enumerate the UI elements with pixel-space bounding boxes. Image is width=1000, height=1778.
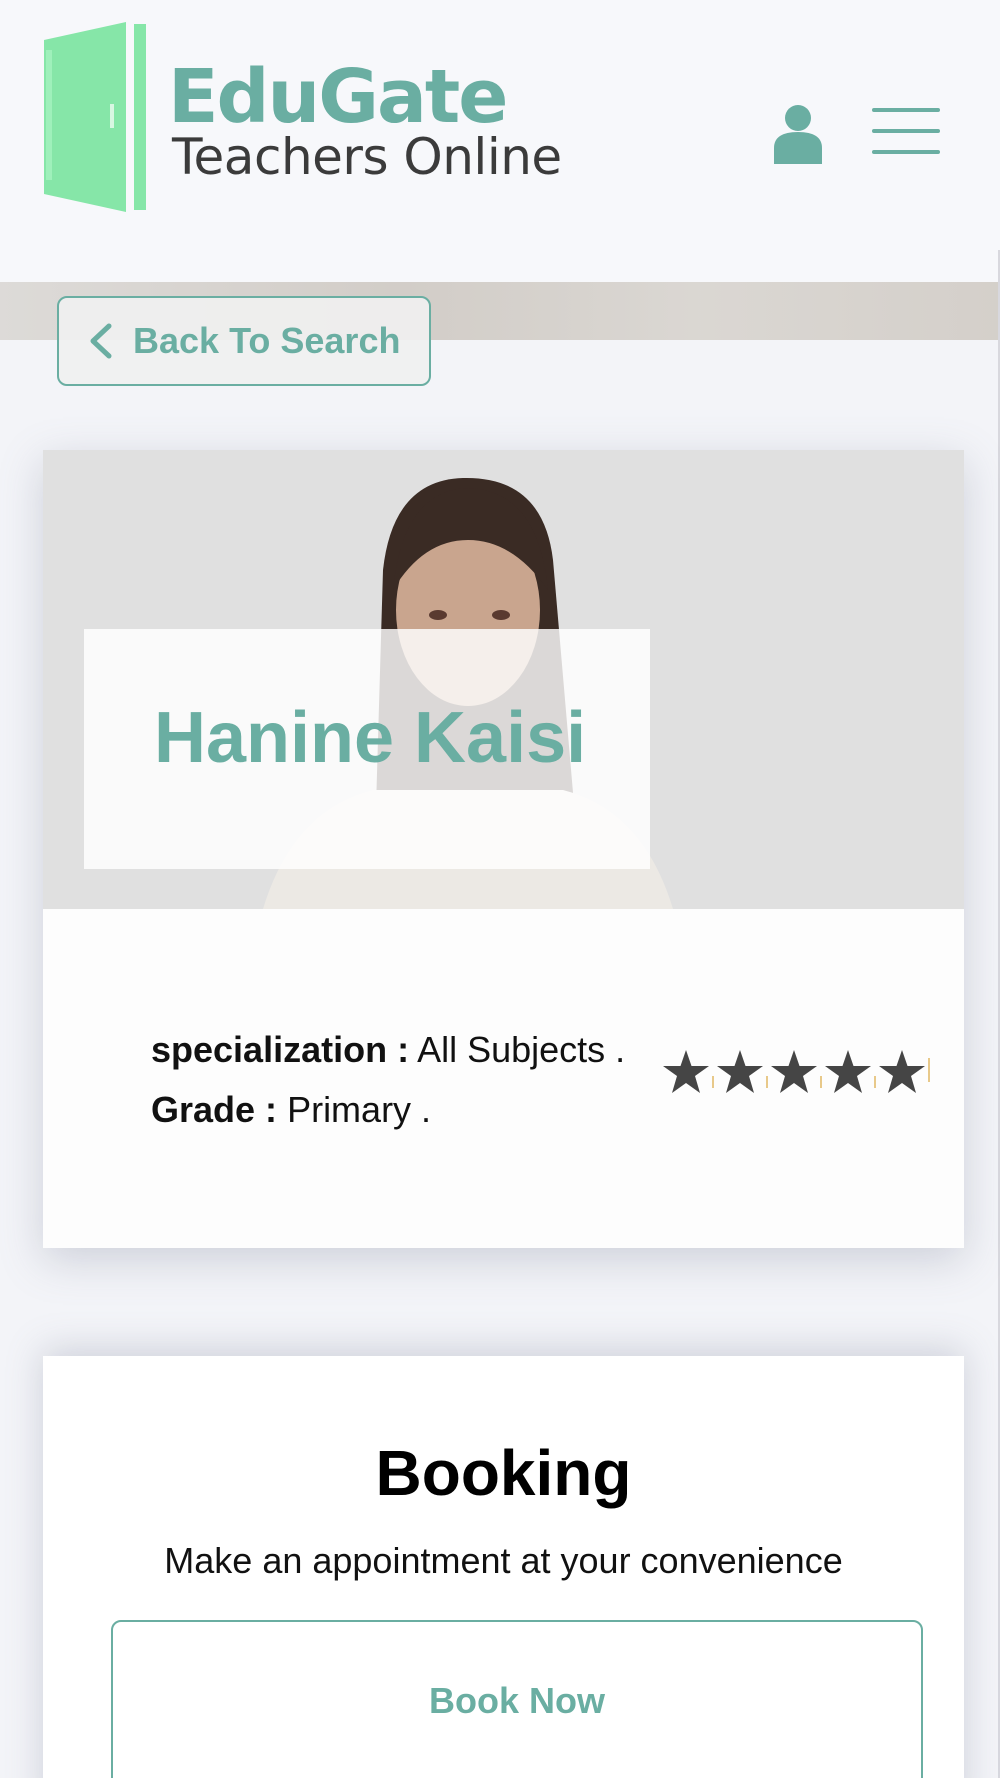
teacher-name: Hanine Kaisi [154, 698, 587, 778]
star-icon [825, 1050, 871, 1093]
door-icon [44, 22, 146, 212]
chevron-left-icon [90, 323, 112, 359]
brand-name: EduGate [168, 54, 508, 140]
hamburger-menu-icon[interactable] [872, 108, 940, 158]
specialization-label: specialization : [151, 1029, 410, 1070]
booking-subtitle: Make an appointment at your convenience [164, 1540, 843, 1581]
book-now-button[interactable]: Book Now [111, 1620, 923, 1778]
brand-tagline: Teachers Online [172, 128, 562, 186]
star-icon [717, 1050, 763, 1093]
specialization-row: specialization : All Subjects . [151, 1020, 625, 1080]
book-now-label: Book Now [429, 1680, 605, 1721]
grade-label: Grade : [151, 1089, 278, 1130]
user-icon[interactable] [770, 104, 826, 164]
booking-card: Booking Make an appointment at your conv… [43, 1356, 964, 1778]
booking-title: Booking [375, 1437, 632, 1509]
grade-row: Grade : Primary . [151, 1080, 625, 1140]
teacher-profile-card: Hanine Kaisi specialization : All Subjec… [43, 450, 964, 1248]
grade-value: Primary . [287, 1089, 432, 1130]
rating-stars [663, 1050, 930, 1093]
star-icon [879, 1050, 925, 1093]
back-to-search-button[interactable]: Back To Search [57, 296, 431, 386]
teacher-details: specialization : All Subjects . Grade : … [151, 1020, 625, 1140]
teacher-name-box: Hanine Kaisi [84, 629, 650, 869]
star-icon [771, 1050, 817, 1093]
teacher-photo: Hanine Kaisi [43, 450, 964, 909]
site-header: EduGate Teachers Online [0, 0, 1000, 282]
back-to-search-label: Back To Search [133, 320, 401, 361]
edugate-logo[interactable]: EduGate Teachers Online [44, 22, 564, 212]
star-icon [663, 1050, 709, 1093]
specialization-value: All Subjects . [417, 1029, 626, 1070]
